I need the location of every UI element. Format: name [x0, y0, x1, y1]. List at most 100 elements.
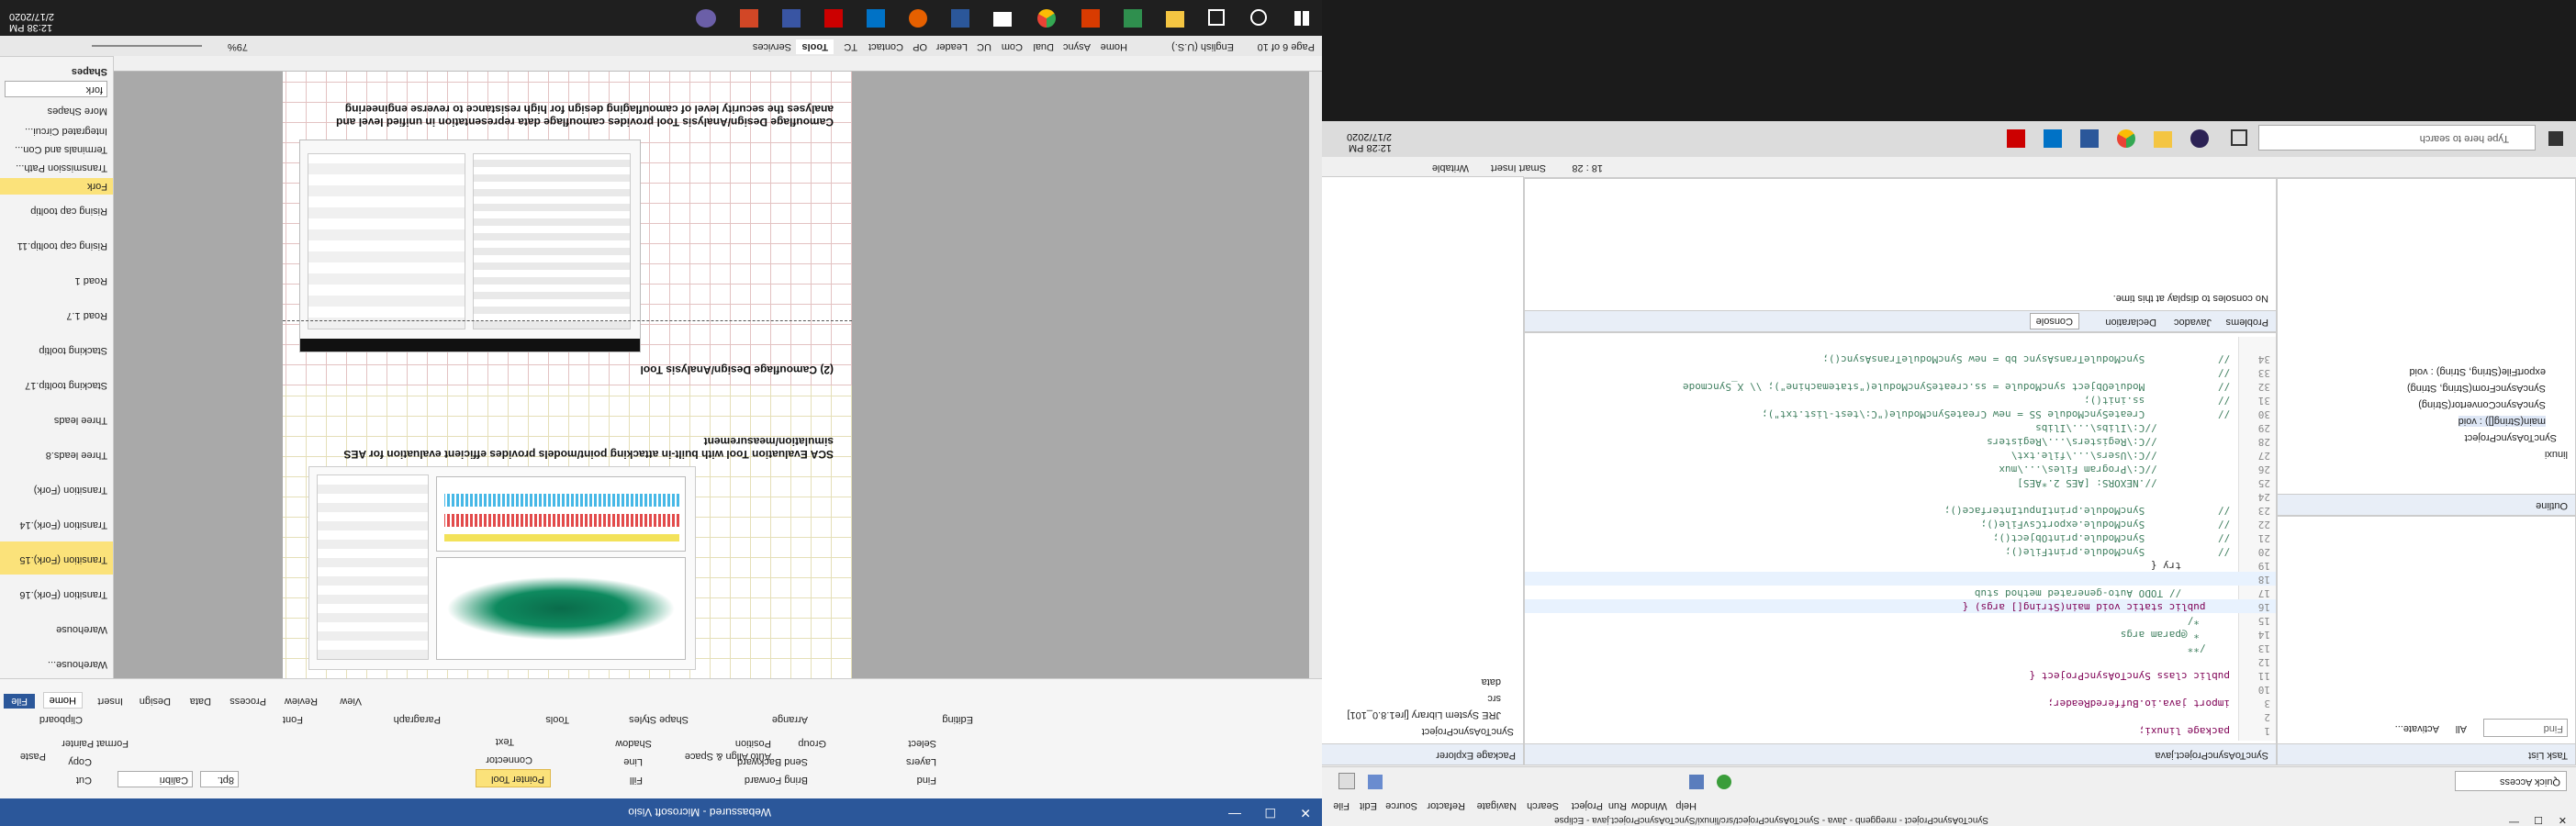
- media-icon[interactable]: [696, 9, 716, 28]
- cut-button[interactable]: Cut: [76, 775, 92, 786]
- activate-button[interactable]: Activate...: [2395, 723, 2439, 734]
- maximize-icon[interactable]: ☐: [1264, 805, 1276, 820]
- new-icon[interactable]: [1338, 773, 1355, 789]
- code-editor[interactable]: SyncToAsyncProject.java 1 package linuxi;…: [1524, 332, 2277, 765]
- acrobat-icon[interactable]: [2007, 129, 2025, 148]
- process-tab[interactable]: Process: [230, 696, 266, 707]
- mail-icon[interactable]: [993, 12, 1012, 27]
- shape-item-transition[interactable]: Transition (Fork): [0, 472, 113, 505]
- code-area[interactable]: 1 package linuxi; 2 3 import java.io.Buffere…: [1525, 337, 2276, 741]
- page-tab-dual[interactable]: Dual: [1033, 41, 1054, 52]
- paste-button[interactable]: Paste: [20, 751, 46, 762]
- code-line[interactable]: 3 import java.io.BufferedReader;: [1525, 696, 2276, 709]
- code-line[interactable]: 17 // TODO Auto-generated method stub: [1525, 586, 2276, 599]
- windows-start-icon[interactable]: [1294, 11, 1309, 26]
- shape-item-transition[interactable]: Transition (Fork).14: [0, 507, 113, 540]
- code-line[interactable]: 15 */: [1525, 613, 2276, 627]
- shape-item-transition[interactable]: Transition (Fork).16: [0, 576, 113, 609]
- line-button[interactable]: Line: [623, 756, 643, 767]
- copy-button[interactable]: Copy: [68, 756, 92, 767]
- task-list-tab[interactable]: Task List: [2528, 750, 2568, 761]
- problems-tab[interactable]: Problems: [2226, 317, 2268, 328]
- taskbar-clock[interactable]: 12:38 PM 2/17/2020: [9, 11, 73, 33]
- bring-forward-button[interactable]: Bring Forward: [745, 775, 808, 786]
- outline-method[interactable]: exportFile(String, String) : void: [2409, 366, 2546, 377]
- code-line[interactable]: 31 // ss.init();: [1525, 393, 2276, 407]
- word-icon[interactable]: [951, 9, 969, 28]
- page-tab-tools[interactable]: Tools: [796, 39, 834, 54]
- minimize-icon[interactable]: —: [2509, 817, 2519, 826]
- code-line[interactable]: 30 // CreateSyncModule SS = new CreateSyn…: [1525, 407, 2276, 420]
- stencil-fork[interactable]: Fork: [0, 178, 113, 195]
- outline-class[interactable]: SyncToAsyncProject: [2465, 432, 2557, 443]
- shape-item-warehouse[interactable]: Warehouse...: [0, 646, 113, 679]
- page-tab-leader[interactable]: Leader: [936, 41, 968, 52]
- status-page[interactable]: Page 6 of 10: [1258, 41, 1315, 52]
- code-line[interactable]: 1 package linuxi;: [1525, 723, 2276, 737]
- review-tab[interactable]: Review: [285, 696, 318, 707]
- office-icon[interactable]: [1081, 9, 1100, 28]
- taskbar-clock[interactable]: 12:28 PM 2/17/2020: [1347, 131, 1392, 153]
- drawing-page[interactable]: SCA Evaluation Tool with built-in attack…: [283, 72, 852, 679]
- tree-data[interactable]: data: [1482, 676, 1501, 687]
- file-explorer-icon[interactable]: [2154, 131, 2172, 148]
- shape-item-rising-cap[interactable]: Rising cap tooltip.11: [0, 228, 113, 261]
- outline-method[interactable]: SyncAsyncFrom(String, String): [2407, 383, 2546, 394]
- close-icon[interactable]: ✕: [2559, 814, 2567, 826]
- page-tab-services[interactable]: Services: [753, 41, 791, 52]
- visio-icon[interactable]: [782, 9, 801, 28]
- code-line[interactable]: 27 //C:\Users\...\file.txt\: [1525, 448, 2276, 462]
- page-tab-tc[interactable]: TC: [844, 41, 857, 52]
- stencil-integrated[interactable]: Integrated Circui...: [0, 123, 113, 140]
- code-line[interactable]: 14 * @param args: [1525, 627, 2276, 641]
- page-tab-async[interactable]: Async: [1063, 41, 1091, 52]
- declaration-tab[interactable]: Declaration: [2105, 317, 2156, 328]
- code-line[interactable]: 23 // SyncModule.printInputInterface();: [1525, 503, 2276, 517]
- code-line[interactable]: 2: [1525, 709, 2276, 723]
- code-line[interactable]: 21 // SyncModule.printObject();: [1525, 530, 2276, 544]
- font-size-select[interactable]: 8pt.: [200, 771, 239, 787]
- menu-source[interactable]: Source: [1385, 800, 1417, 811]
- chrome-icon[interactable]: [2117, 129, 2135, 148]
- data-tab[interactable]: Data: [190, 696, 211, 707]
- menu-navigate[interactable]: Navigate: [1477, 800, 1517, 811]
- outline-method[interactable]: SyncAsyncConvertor(String): [2418, 399, 2546, 410]
- page-tab-home[interactable]: Home: [1101, 41, 1127, 52]
- shape-item-rising-cap[interactable]: Rising cap tooltip: [0, 193, 113, 226]
- windows-start-icon[interactable]: [2548, 131, 2563, 146]
- select-button[interactable]: Select: [908, 738, 936, 749]
- task-view-icon[interactable]: [2231, 129, 2247, 146]
- file-explorer-icon[interactable]: [1166, 11, 1184, 28]
- scrollbar-vertical[interactable]: [1309, 72, 1322, 679]
- code-line[interactable]: 12: [1525, 654, 2276, 668]
- stencil-terminals[interactable]: Terminals and Con...: [0, 141, 113, 158]
- chrome-icon[interactable]: [1037, 9, 1056, 28]
- code-line[interactable]: 13 /**: [1525, 641, 2276, 654]
- zoom-level[interactable]: 79%: [228, 41, 248, 52]
- page-tab-uc[interactable]: UC: [977, 41, 991, 52]
- code-line[interactable]: 34 // SyncModuleTransAsync bb = new SyncM…: [1525, 352, 2276, 365]
- word-icon[interactable]: [2080, 129, 2099, 148]
- zoom-slider[interactable]: [92, 45, 202, 47]
- shape-item-three-leads[interactable]: Three leads: [0, 402, 113, 435]
- task-find-input[interactable]: Find: [2483, 719, 2568, 737]
- powerpoint-icon[interactable]: [740, 9, 758, 28]
- shape-item-stacking[interactable]: Stacking tooltip: [0, 332, 113, 365]
- shape-item-road[interactable]: Road 1.7: [0, 297, 113, 330]
- pointer-tool-button[interactable]: Pointer Tool: [476, 769, 551, 787]
- format-painter-button[interactable]: Format Painter: [62, 738, 129, 749]
- save-icon[interactable]: [1368, 775, 1383, 789]
- outline-method-main[interactable]: main(String[]) : void: [2458, 416, 2546, 427]
- menu-edit[interactable]: Edit: [1360, 800, 1377, 811]
- code-line[interactable]: 10: [1525, 682, 2276, 696]
- package-explorer-tab[interactable]: Package Explorer: [1436, 750, 1516, 761]
- file-tab[interactable]: File: [4, 694, 35, 709]
- code-line[interactable]: 25 //.NEXORS: [AES 2.*AES]: [1525, 475, 2276, 489]
- insert-tab[interactable]: Insert: [97, 696, 123, 707]
- group-button[interactable]: Group: [798, 738, 826, 749]
- menu-run[interactable]: Run: [1608, 800, 1627, 811]
- code-line[interactable]: 33 //: [1525, 365, 2276, 379]
- store-icon[interactable]: [1124, 9, 1142, 28]
- menu-window[interactable]: Window: [1631, 800, 1667, 811]
- javadoc-tab[interactable]: Javadoc: [2174, 317, 2212, 328]
